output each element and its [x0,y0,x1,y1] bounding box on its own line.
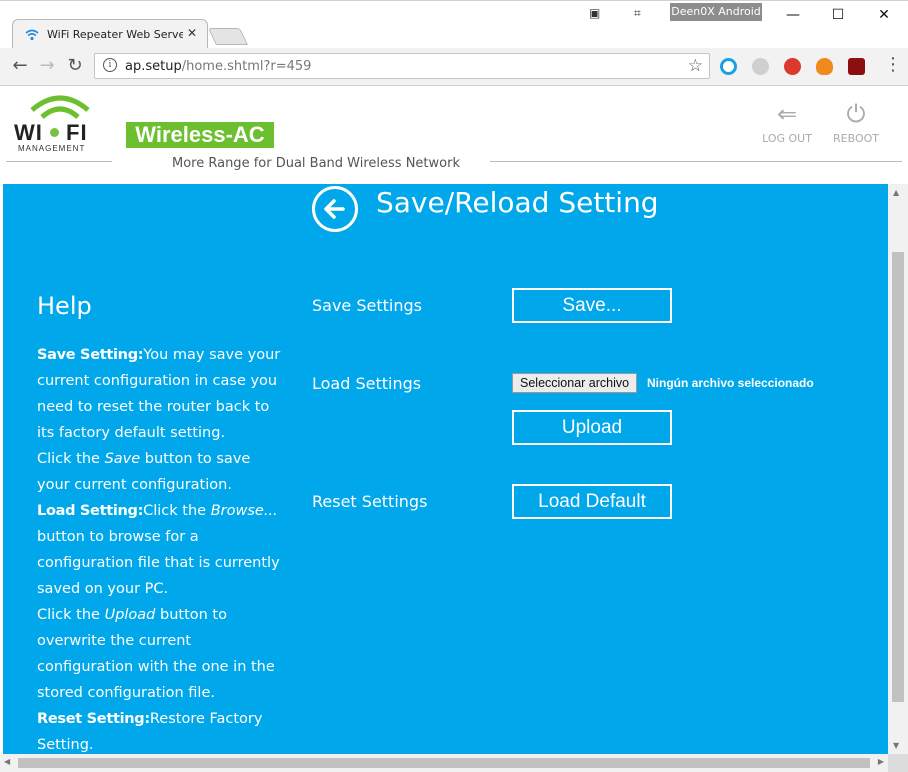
save-settings-label: Save Settings [312,296,422,315]
help-text: Save Setting:You may save your current c… [37,347,281,753]
logo-fi: FI [66,120,88,145]
tagline: More Range for Dual Band Wireless Networ… [172,156,460,171]
help-load-key: Load Setting: [37,503,144,519]
router-header: WI FI MANAGEMENT Wireless-AC More Range f… [0,86,908,184]
wifi-icon [25,29,39,41]
tab-title: WiFi Repeater Web Serve [47,28,183,41]
new-tab-button[interactable] [208,28,248,45]
load-settings-label: Load Settings [312,374,422,393]
vertical-scroll-thumb[interactable] [892,252,904,702]
extension-icon-4[interactable] [816,58,833,75]
reset-settings-label: Reset Settings [312,492,428,511]
scroll-up-icon[interactable]: ▲ [893,188,899,197]
vertical-scrollbar[interactable]: ▲ ▼ [888,184,908,754]
horizontal-scroll-thumb[interactable] [18,758,870,768]
screenshot-icon[interactable]: ⌗ [634,6,641,21]
logout-label: LOG OUT [762,132,812,145]
ublock-icon[interactable] [848,58,865,75]
header-divider-right [490,161,902,162]
extension-icon-2[interactable] [752,58,769,75]
save-button[interactable]: Save... [512,288,672,323]
bookmark-star-icon[interactable]: ☆ [688,56,703,76]
power-icon: ⏻ [846,100,866,128]
help-heading: Help [37,292,92,320]
url-text[interactable]: ap.setup/home.shtml?r=459 [125,59,311,74]
reboot-label: REBOOT [833,132,879,145]
scroll-right-icon[interactable]: ▶ [878,757,884,766]
reboot-button[interactable]: ⏻ REBOOT [826,100,886,145]
wifi-logo: WI FI MANAGEMENT [12,92,104,154]
logo-subtitle: MANAGEMENT [18,144,86,153]
browser-title-bar: WiFi Repeater Web Serve ✕ ▣ ⌗ Deen0X And… [0,0,908,49]
horizontal-scrollbar[interactable]: ◀ ▶ [0,754,888,772]
choose-file-button[interactable]: Seleccionar archivo [512,373,638,393]
browser-tab[interactable]: WiFi Repeater Web Serve ✕ [12,19,208,49]
forward-icon[interactable]: → [36,55,58,77]
info-icon[interactable]: i [103,58,117,72]
back-icon[interactable]: ← [9,55,31,77]
maximize-button[interactable]: ☐ [828,5,848,25]
help-reset-key: Reset Setting: [37,711,150,727]
scroll-left-icon[interactable]: ◀ [4,757,10,766]
close-tab-icon[interactable]: ✕ [187,26,197,40]
logo-wi: WI [14,120,43,145]
brand-badge: Wireless-AC [126,122,274,148]
logout-button[interactable]: ⇐ LOG OUT [757,100,817,145]
load-default-button[interactable]: Load Default [512,484,672,519]
back-arrow-icon[interactable] [312,186,358,232]
help-save-key: Save Setting: [37,347,144,363]
logout-icon: ⇐ [776,100,798,128]
close-window-button[interactable]: ✕ [874,5,894,25]
header-divider-left [6,161,112,162]
settings-panel: Save/Reload Setting Help Save Setting:Yo… [3,184,888,754]
logo-dot [50,128,59,137]
upload-button[interactable]: Upload [512,410,672,445]
cast-icon[interactable]: ▣ [589,6,600,20]
page-title: Save/Reload Setting [376,186,659,219]
scrollbar-corner [888,754,908,772]
address-bar[interactable]: i ap.setup/home.shtml?r=459 ☆ [94,53,710,79]
menu-icon[interactable]: ⋮ [884,54,902,75]
profile-badge[interactable]: Deen0X Android [670,3,762,21]
browser-toolbar: ← → ↻ i ap.setup/home.shtml?r=459 ☆ ⋮ [0,48,908,86]
minimize-button[interactable]: — [783,5,803,25]
reload-icon[interactable]: ↻ [64,55,86,77]
file-status: Ningún archivo seleccionado [647,376,814,390]
scroll-down-icon[interactable]: ▼ [893,741,899,750]
extension-icon-3[interactable] [784,58,801,75]
extension-icon-1[interactable] [720,58,737,75]
